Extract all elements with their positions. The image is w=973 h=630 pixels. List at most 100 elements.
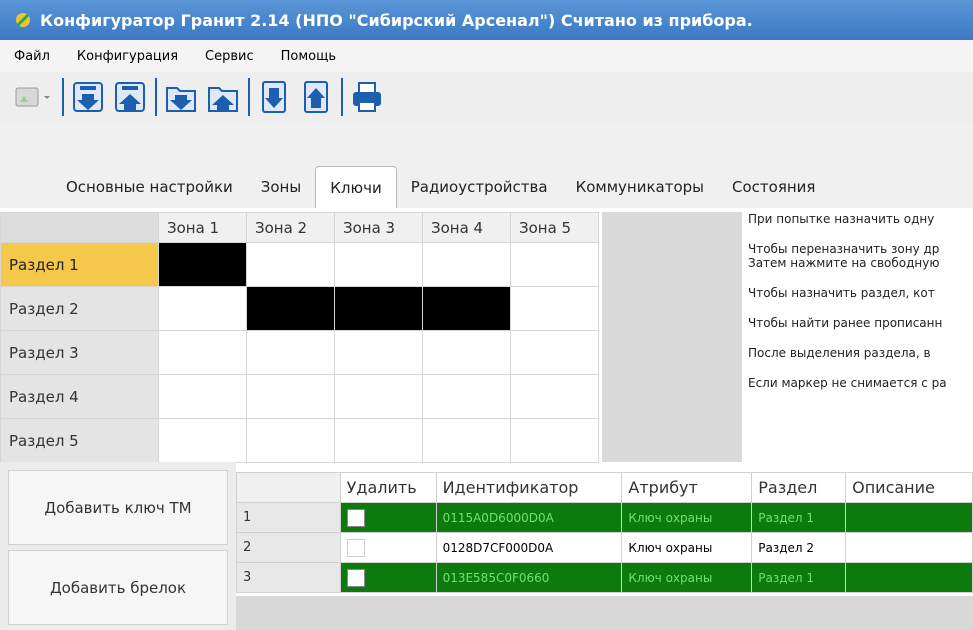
- tab-radio-devices[interactable]: Радиоустройства: [397, 166, 562, 208]
- delete-checkbox-cell[interactable]: [339, 562, 437, 593]
- title-bar: Конфигуратор Гранит 2.14 (НПО "Сибирский…: [0, 0, 973, 40]
- row-number: 1: [236, 502, 341, 533]
- zone-header: Зона 4: [422, 212, 511, 243]
- grid-cell[interactable]: [510, 286, 599, 331]
- grid-cell[interactable]: [158, 418, 247, 463]
- grid-cell[interactable]: [246, 374, 335, 419]
- key-attribute[interactable]: Ключ охраны: [621, 562, 753, 593]
- grid-cell[interactable]: [422, 374, 511, 419]
- delete-checkbox-cell[interactable]: [339, 502, 437, 533]
- grid-cell[interactable]: [334, 242, 423, 287]
- grid-cell[interactable]: [422, 330, 511, 375]
- instruction-text: Чтобы найти ранее прописанн: [748, 316, 943, 330]
- key-section[interactable]: Раздел 2: [751, 532, 847, 563]
- grid-filler: [602, 212, 742, 462]
- grid-cell[interactable]: [334, 374, 423, 419]
- zone-header: Зона 2: [246, 212, 335, 243]
- section-row-header[interactable]: Раздел 4: [0, 374, 159, 419]
- grid-cell[interactable]: [510, 374, 599, 419]
- app-icon: [14, 11, 32, 29]
- tab-communicators[interactable]: Коммуникаторы: [562, 166, 718, 208]
- export-doc-icon[interactable]: [297, 78, 335, 116]
- section-row-header[interactable]: Раздел 2: [0, 286, 159, 331]
- menu-configuration[interactable]: Конфигурация: [77, 49, 178, 64]
- grid-cell[interactable]: [158, 374, 247, 419]
- menu-file[interactable]: Файл: [14, 49, 50, 64]
- key-attribute[interactable]: Ключ охраны: [621, 502, 753, 533]
- row-number: 2: [236, 532, 341, 563]
- table-background: [236, 596, 973, 630]
- instructions-panel: При попытке назначить одну Чтобы переназ…: [748, 212, 973, 406]
- key-id[interactable]: 013E585C0F0660: [435, 562, 623, 593]
- zone-header: Зона 1: [158, 212, 247, 243]
- instruction-text: Чтобы переназначить зону др Затем нажмите…: [748, 242, 940, 270]
- section-row-header[interactable]: Раздел 1: [0, 242, 159, 287]
- grid-cell[interactable]: [246, 330, 335, 375]
- table-row[interactable]: 3 013E585C0F0660 Ключ охраны Раздел 1: [236, 562, 973, 593]
- menu-help[interactable]: Помощь: [281, 49, 336, 64]
- write-config-icon[interactable]: [111, 78, 149, 116]
- grid-cell[interactable]: [246, 286, 335, 331]
- grid-cell[interactable]: [422, 418, 511, 463]
- grid-cell[interactable]: [510, 418, 599, 463]
- instruction-text: Чтобы назначить раздел, кот: [748, 286, 935, 300]
- key-description[interactable]: [845, 532, 973, 563]
- section-row-header[interactable]: Раздел 3: [0, 330, 159, 375]
- import-doc-icon[interactable]: [255, 78, 293, 116]
- key-attribute[interactable]: Ключ охраны: [621, 532, 753, 563]
- key-description[interactable]: [845, 502, 973, 533]
- grid-corner: [0, 212, 159, 243]
- grid-cell[interactable]: [510, 330, 599, 375]
- grid-cell[interactable]: [334, 286, 423, 331]
- toolbar-separator: [248, 78, 250, 116]
- toolbar-separator: [155, 78, 157, 116]
- tab-states[interactable]: Состояния: [718, 166, 829, 208]
- column-header-id[interactable]: Идентификатор: [435, 472, 623, 503]
- column-header-section[interactable]: Раздел: [751, 472, 847, 503]
- tab-keys[interactable]: Ключи: [315, 166, 397, 208]
- print-icon[interactable]: [348, 78, 386, 116]
- grid-cell[interactable]: [246, 242, 335, 287]
- instruction-text: Если маркер не снимается с ра: [748, 376, 947, 390]
- delete-checkbox[interactable]: [346, 538, 365, 557]
- key-description[interactable]: [845, 562, 973, 593]
- key-section[interactable]: Раздел 1: [751, 502, 847, 533]
- open-file-icon[interactable]: [162, 78, 200, 116]
- add-tm-key-button[interactable]: Добавить ключ ТМ: [8, 470, 228, 545]
- delete-checkbox[interactable]: [346, 508, 365, 527]
- zone-header: Зона 3: [334, 212, 423, 243]
- delete-checkbox[interactable]: [346, 568, 365, 587]
- row-number: 3: [236, 562, 341, 593]
- add-fob-button[interactable]: Добавить брелок: [8, 550, 228, 625]
- instruction-text: После выделения раздела, в: [748, 346, 931, 360]
- save-file-icon[interactable]: [204, 78, 242, 116]
- delete-checkbox-cell[interactable]: [339, 532, 437, 563]
- grid-cell[interactable]: [510, 242, 599, 287]
- grid-cell[interactable]: [158, 242, 247, 287]
- toolbar-separator: [341, 78, 343, 116]
- column-header-attribute[interactable]: Атрибут: [621, 472, 753, 503]
- grid-cell[interactable]: [334, 418, 423, 463]
- column-header-description[interactable]: Описание: [845, 472, 973, 503]
- grid-cell[interactable]: [158, 330, 247, 375]
- grid-cell[interactable]: [334, 330, 423, 375]
- window-title: Конфигуратор Гранит 2.14 (НПО "Сибирский…: [40, 10, 753, 30]
- column-header-delete[interactable]: Удалить: [339, 472, 437, 503]
- key-section[interactable]: Раздел 1: [751, 562, 847, 593]
- read-config-icon[interactable]: [69, 78, 107, 116]
- grid-cell[interactable]: [422, 286, 511, 331]
- keys-table: Удалить Идентификатор Атрибут Раздел Опи…: [236, 472, 973, 593]
- keys-corner: [236, 472, 341, 503]
- device-dropdown-button[interactable]: [8, 78, 56, 116]
- key-id[interactable]: 0115A0D6000D0A: [435, 502, 623, 533]
- tab-zones[interactable]: Зоны: [247, 166, 315, 208]
- table-row[interactable]: 1 0115A0D6000D0A Ключ охраны Раздел 1: [236, 502, 973, 533]
- grid-cell[interactable]: [422, 242, 511, 287]
- table-row[interactable]: 2 0128D7CF000D0A Ключ охраны Раздел 2: [236, 532, 973, 563]
- grid-cell[interactable]: [246, 418, 335, 463]
- menu-service[interactable]: Сервис: [205, 49, 254, 64]
- grid-cell[interactable]: [158, 286, 247, 331]
- tab-main-settings[interactable]: Основные настройки: [52, 166, 247, 208]
- section-row-header[interactable]: Раздел 5: [0, 418, 159, 463]
- key-id[interactable]: 0128D7CF000D0A: [435, 532, 623, 563]
